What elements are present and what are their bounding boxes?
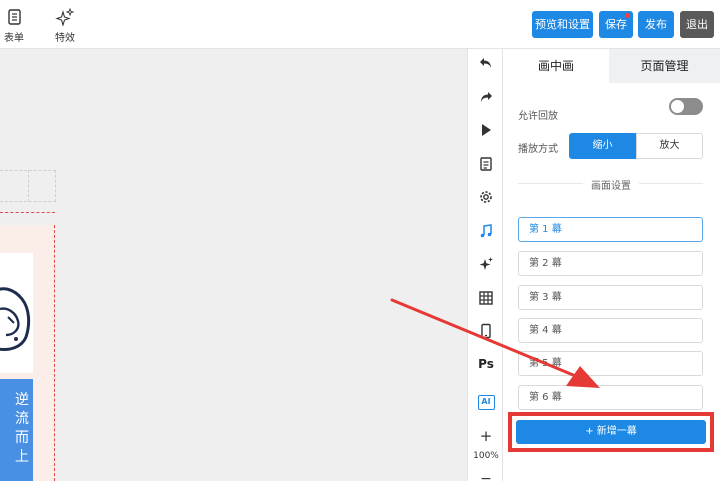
properties-panel: 画中画 页面管理 允许回放 播放方式 缩小 放大 画面设置 第 1 幕 第 2 … [503,49,720,481]
form-tool[interactable]: 表单 [0,8,34,44]
exit-button[interactable]: 退出 [680,11,714,38]
scene-item-4[interactable]: 第 4 幕 [518,318,703,343]
editor-canvas[interactable]: 逆 流 而 上 [0,49,467,481]
tab-page-management[interactable]: 页面管理 [609,49,720,83]
text-card-line-1: 逆 [15,392,29,408]
play-mode-shrink-option[interactable]: 缩小 [569,133,636,159]
effects-tool-label: 特效 [55,33,75,44]
scene-item-6[interactable]: 第 6 幕 [518,385,703,410]
publish-button[interactable]: 发布 [638,11,674,38]
form-icon [8,9,21,25]
add-scene-button[interactable]: + 新增一幕 [516,420,706,444]
illustration-card[interactable] [0,253,33,373]
tab-picture-in-picture[interactable]: 画中画 [503,49,609,83]
effects-button[interactable] [468,252,504,276]
undo-icon [480,58,491,68]
allow-replay-toggle[interactable] [669,98,703,115]
zoom-out-button[interactable]: − [468,467,504,481]
grid-button[interactable] [468,286,504,310]
top-toolbar: 表单 特效 预览和设置 保存 发布 退出 [0,0,720,49]
add-scene-highlight: + 新增一幕 [508,412,714,452]
unsaved-indicator-dot [625,13,630,18]
text-card-line-4: 上 [15,449,29,465]
scene-item-3[interactable]: 第 3 幕 [518,285,703,310]
text-card-line-2: 流 [15,411,29,427]
scene-item-2[interactable]: 第 2 幕 [518,251,703,276]
document-icon [480,157,492,171]
play-button[interactable] [468,118,504,142]
preview-settings-button[interactable]: 预览和设置 [532,11,593,38]
allow-replay-label: 允许回放 [518,111,558,122]
scene-item-1[interactable]: 第 1 幕 [518,217,703,242]
undo-button[interactable] [468,51,504,75]
animal-illustration-image [0,287,31,351]
sparkle-icon [55,8,75,26]
section-title: 画面设置 [583,177,639,192]
play-mode-enlarge-option[interactable]: 放大 [636,133,703,159]
phone-icon [481,323,491,339]
vertical-toolbar: Ps AI + 100% − [467,49,503,481]
redo-icon [481,92,492,102]
play-mode-label: 播放方式 [518,144,558,155]
page-boundary-line [0,212,55,213]
toggle-knob [671,100,684,113]
scene-item-5[interactable]: 第 5 幕 [518,351,703,376]
play-icon [482,124,491,136]
text-card[interactable]: 逆 流 而 上 [0,379,33,481]
pages-button[interactable] [468,152,504,176]
form-tool-label: 表单 [4,33,24,44]
music-button[interactable] [468,219,504,243]
save-button[interactable]: 保存 [599,11,633,38]
effects-tool[interactable]: 特效 [45,8,85,44]
gear-icon [480,191,492,203]
ai-button[interactable]: AI [468,390,504,414]
text-card-line-3: 而 [15,430,29,446]
ai-icon: AI [477,394,495,410]
settings-button[interactable] [468,185,504,209]
save-button-label: 保存 [605,18,627,31]
grid-icon [479,291,493,305]
ghost-grid-divider [28,170,29,202]
mobile-preview-button[interactable] [468,319,504,343]
redo-button[interactable] [468,85,504,109]
sparkle-icon [479,257,493,270]
zoom-in-button[interactable]: + [468,424,504,448]
music-note-icon [480,224,492,238]
photoshop-import-button[interactable]: Ps [468,352,504,376]
zoom-level: 100% [473,451,499,461]
